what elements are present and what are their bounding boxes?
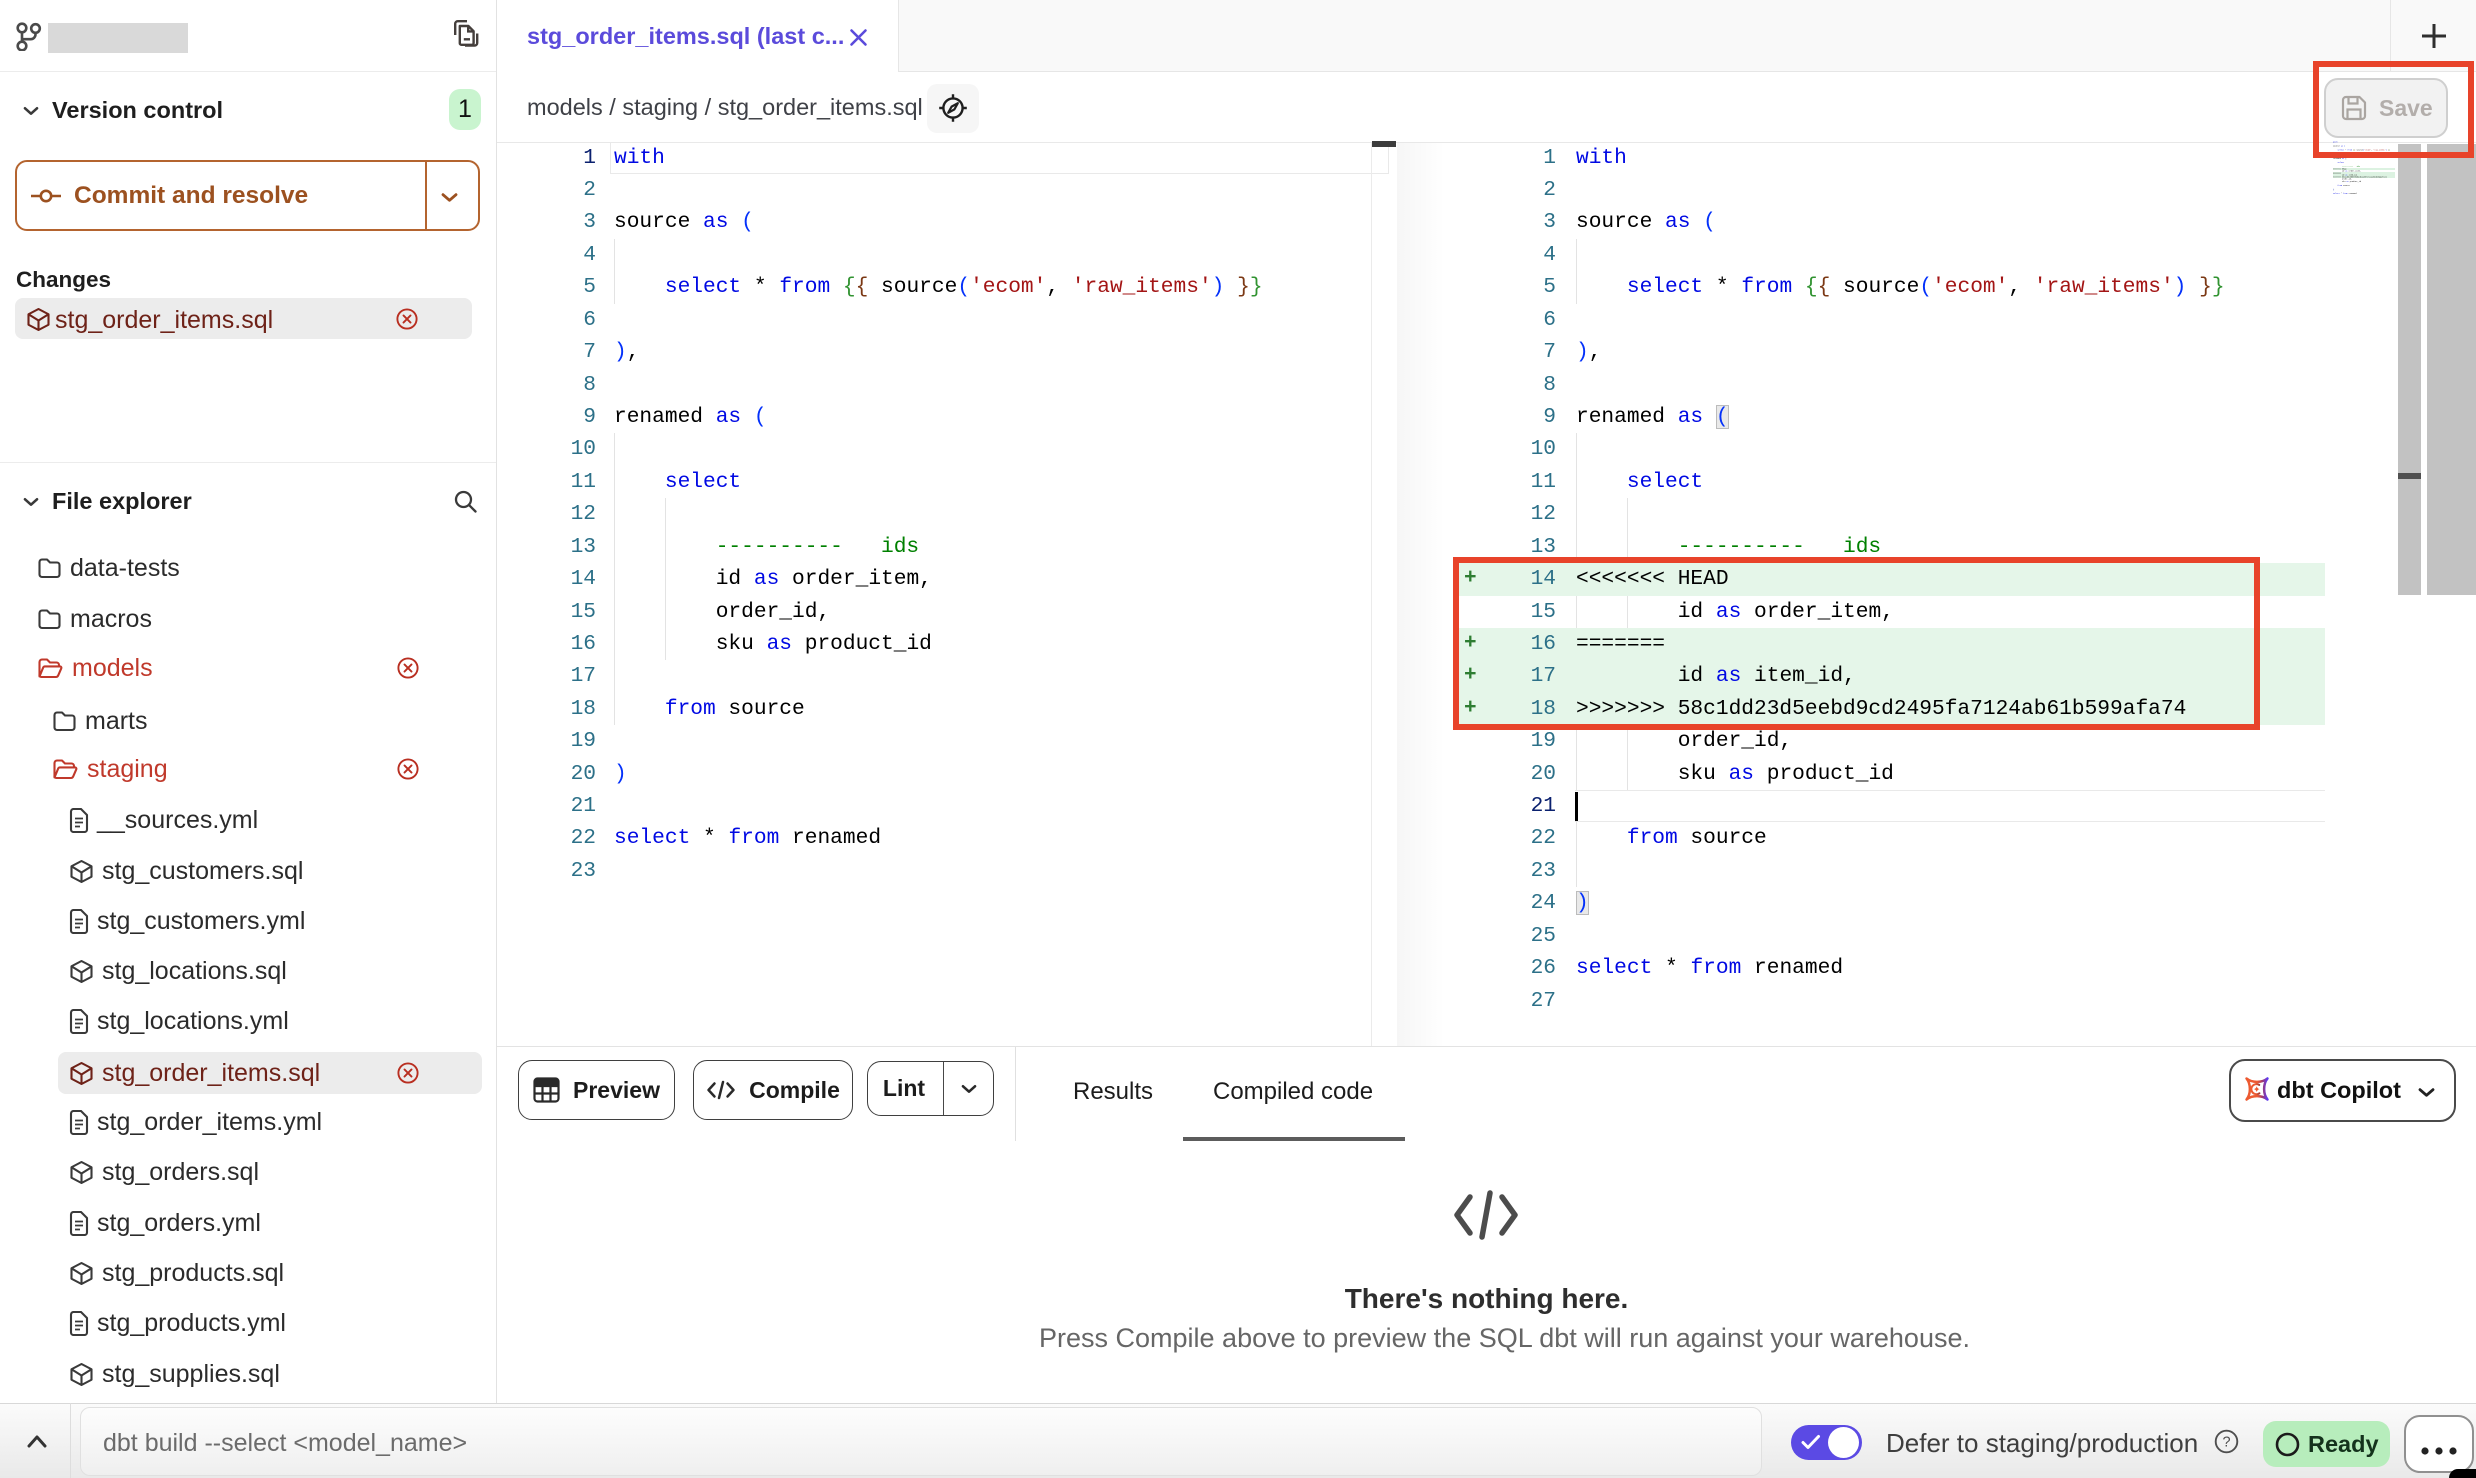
svg-text:?: ?: [2222, 1435, 2230, 1451]
